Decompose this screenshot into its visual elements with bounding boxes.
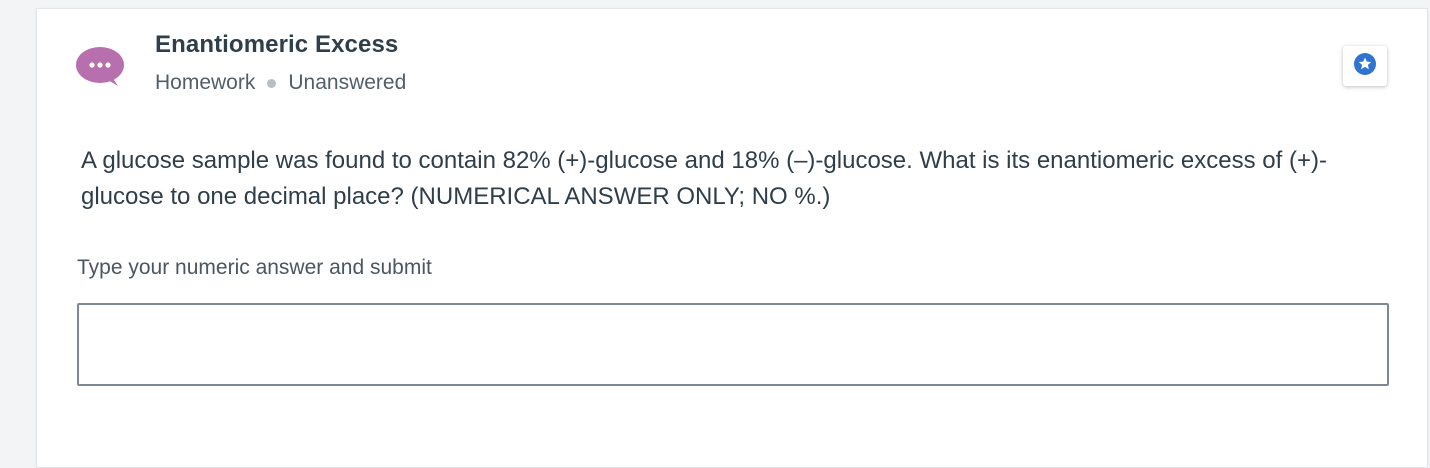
numeric-answer-input[interactable] [77, 303, 1389, 386]
question-card: Enantiomeric Excess Homework Unanswered … [36, 8, 1428, 468]
separator-dot [267, 78, 277, 88]
question-text: A glucose sample was found to contain 82… [81, 147, 1327, 210]
star-badge-icon [1353, 52, 1377, 81]
status-label: Unanswered [288, 71, 407, 94]
favorite-button[interactable] [1343, 46, 1387, 86]
category-label: Homework [155, 71, 256, 94]
chat-bubble-ellipsis-icon [76, 45, 126, 87]
question-title: Enantiomeric Excess [155, 31, 399, 58]
question-meta: Homework Unanswered [155, 71, 406, 95]
answer-label: Type your numeric answer and submit [77, 256, 432, 279]
